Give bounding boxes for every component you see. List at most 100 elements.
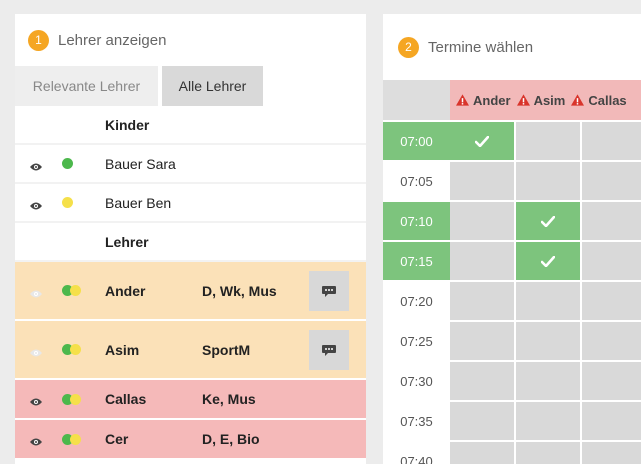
kinder-row[interactable]: Bauer Ben xyxy=(15,184,366,223)
check-icon xyxy=(541,215,555,227)
appointment-panel-header: 2 Termine wählen xyxy=(383,14,641,80)
warning-icon xyxy=(571,94,585,106)
time-slot-cell[interactable] xyxy=(450,362,514,400)
teacher-name: Cer xyxy=(105,431,129,447)
appointment-panel: 2 Termine wählen 07:00 07:05 07:10 07:15 07:… xyxy=(383,14,641,464)
eye-icon[interactable] xyxy=(29,159,43,170)
time-slot-cell[interactable] xyxy=(582,362,641,400)
teacher-subjects: Ke, Mus xyxy=(202,391,256,407)
time-slot-label: 07:15 xyxy=(383,240,450,280)
time-slot-label: 07:20 xyxy=(383,280,450,320)
teacher-subjects: D, E, Bio xyxy=(202,431,260,447)
teacher-name: Asim xyxy=(105,341,140,358)
time-slot-cell[interactable] xyxy=(516,122,580,160)
time-slot-cell[interactable] xyxy=(582,122,641,160)
time-slot-cell[interactable] xyxy=(450,202,514,240)
lehrer-section-header: Lehrer xyxy=(15,223,366,262)
teacher-filter-tabs: Relevante Lehrer Alle Lehrer xyxy=(15,66,366,106)
time-slot-cell[interactable] xyxy=(582,242,641,280)
teacher-row[interactable]: Callas Ke, Mus xyxy=(15,380,366,420)
teacher-panel-title: Lehrer anzeigen xyxy=(58,31,167,49)
teacher-column-name: Ander xyxy=(473,92,511,108)
teacher-panel: 1 Lehrer anzeigen Relevante Lehrer Alle … xyxy=(15,14,366,464)
time-slot-cell[interactable] xyxy=(450,122,514,160)
teacher-row[interactable]: Ander D, Wk, Mus xyxy=(15,262,366,321)
time-slot-cell[interactable] xyxy=(450,322,514,360)
time-slot-label: 07:35 xyxy=(383,400,450,440)
teacher-row[interactable]: Cer D, E, Bio xyxy=(15,420,366,460)
message-button[interactable] xyxy=(309,329,349,370)
kinder-name: Bauer Sara xyxy=(105,155,176,172)
eye-icon[interactable] xyxy=(29,434,43,446)
availability-dots xyxy=(62,285,81,296)
warning-icon xyxy=(456,94,469,106)
teacher-column-header[interactable]: Ander xyxy=(456,93,511,108)
tab-all-teachers[interactable]: Alle Lehrer xyxy=(162,66,263,106)
teacher-column-header[interactable]: Asim xyxy=(516,92,566,108)
step-badge-2: 2 xyxy=(398,36,419,58)
eye-icon[interactable] xyxy=(29,345,43,356)
time-slot-cell[interactable] xyxy=(516,162,580,200)
teacher-column-name: Callas xyxy=(588,92,627,108)
check-icon xyxy=(541,255,555,267)
status-dot xyxy=(62,158,73,169)
time-column: 07:00 07:05 07:10 07:15 07:20 07:25 07:30 07:35… xyxy=(383,80,450,464)
chat-icon xyxy=(322,344,336,356)
time-slot-label: 07:10 xyxy=(383,200,450,240)
yellow-dot-icon xyxy=(70,285,81,296)
time-slot-cell[interactable] xyxy=(450,402,514,440)
availability-dots xyxy=(62,344,81,355)
time-slot-cell[interactable] xyxy=(582,282,641,320)
eye-icon[interactable] xyxy=(29,286,43,297)
message-button[interactable] xyxy=(309,270,349,311)
kinder-section-header: Kinder xyxy=(15,106,366,145)
yellow-dot-icon xyxy=(70,393,81,405)
chat-icon xyxy=(322,285,336,297)
teacher-subjects: D, Wk, Mus xyxy=(202,282,277,299)
yellow-dot-icon xyxy=(70,344,81,355)
time-slot-label: 07:40 xyxy=(383,440,450,464)
status-dot-icon xyxy=(62,197,73,208)
status-dot-icon xyxy=(62,158,73,169)
kinder-name: Bauer Ben xyxy=(105,194,172,211)
appointment-panel-title: Termine wählen xyxy=(428,38,534,56)
time-slot-label: 07:25 xyxy=(383,320,450,360)
time-slot-cell[interactable] xyxy=(450,242,514,280)
time-slot-cell[interactable] xyxy=(516,402,580,440)
time-slot-label: 07:00 xyxy=(383,120,450,160)
availability-dots xyxy=(62,433,81,445)
teacher-row[interactable]: Asim SportM xyxy=(15,321,366,380)
time-slot-cell[interactable] xyxy=(582,162,641,200)
lehrer-label: Lehrer xyxy=(105,233,149,250)
teacher-column-name: Asim xyxy=(533,92,566,108)
teacher-panel-header: 1 Lehrer anzeigen xyxy=(15,14,366,66)
teacher-name: Ander xyxy=(105,282,146,299)
time-slot-cell[interactable] xyxy=(516,322,580,360)
time-slot-cell[interactable] xyxy=(582,442,641,464)
eye-icon[interactable] xyxy=(29,198,43,209)
time-slot-cell[interactable] xyxy=(450,162,514,200)
teacher-name: Callas xyxy=(105,391,147,407)
time-slot-cell[interactable] xyxy=(582,202,641,240)
teacher-subjects: SportM xyxy=(202,341,251,358)
step-badge-1: 1 xyxy=(28,29,49,51)
time-slot-cell[interactable] xyxy=(582,402,641,440)
time-slot-cell[interactable] xyxy=(582,322,641,360)
kinder-label: Kinder xyxy=(105,116,150,133)
kinder-row[interactable]: Bauer Sara xyxy=(15,145,366,184)
time-slot-cell[interactable] xyxy=(516,362,580,400)
yellow-dot-icon xyxy=(70,433,81,445)
time-slot-cell[interactable] xyxy=(516,282,580,320)
time-slot-label: 07:30 xyxy=(383,360,450,400)
time-slot-cell[interactable] xyxy=(516,242,580,280)
teacher-header-row: Ander Asim Callas xyxy=(450,80,641,120)
time-slot-cell[interactable] xyxy=(516,442,580,464)
time-slot-cell[interactable] xyxy=(516,202,580,240)
time-slot-cell[interactable] xyxy=(450,282,514,320)
tab-relevant-teachers[interactable]: Relevante Lehrer xyxy=(15,66,158,106)
time-slot-cell[interactable] xyxy=(450,442,514,464)
check-icon xyxy=(475,135,489,147)
eye-icon[interactable] xyxy=(29,394,43,406)
status-dot xyxy=(62,197,73,208)
teacher-column-header[interactable]: Callas xyxy=(571,92,627,108)
